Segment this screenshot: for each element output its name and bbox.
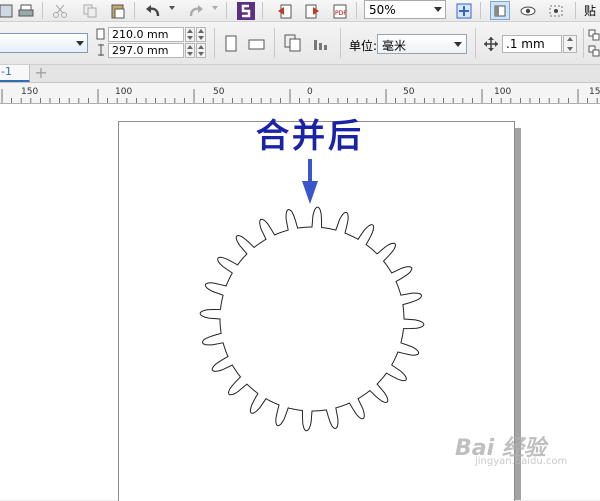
svg-text:PDF: PDF — [335, 10, 347, 17]
undo-icon[interactable] — [143, 1, 163, 20]
import-icon[interactable] — [275, 1, 295, 20]
units-value: 毫米 — [382, 39, 407, 53]
page-width-field[interactable]: 210.0 mm — [108, 27, 184, 42]
combined-gear-shape[interactable] — [198, 204, 426, 434]
zoom-level-combo[interactable]: 50% — [364, 0, 446, 19]
page-width-lock[interactable] — [196, 27, 206, 42]
standard-toolbar: PDF 50% 贴 — [0, 0, 600, 22]
nudge-distance-spinner[interactable] — [563, 35, 577, 53]
ruler-label: 50 — [213, 87, 225, 97]
drawing-canvas[interactable]: 合并后 Bai 经验 jingyan.baidu.com — [0, 104, 600, 501]
units-combo[interactable]: 毫米 — [377, 34, 467, 54]
redo-dropdown-icon[interactable] — [212, 6, 218, 10]
full-screen-preview-icon[interactable] — [454, 1, 474, 20]
units-label: 单位: — [349, 39, 378, 53]
arrow-down-shape[interactable] — [300, 159, 320, 205]
paper-size-combo[interactable] — [0, 33, 88, 53]
portrait-icon[interactable] — [221, 34, 241, 53]
new-document-tab-button[interactable]: + — [33, 65, 49, 81]
redo-icon[interactable] — [186, 1, 206, 20]
duplicate-distance-icon[interactable] — [588, 28, 600, 58]
document-tab-strip: -1 + — [0, 65, 600, 83]
toolbar-overflow-label: 贴 — [584, 4, 597, 18]
publish-pdf-icon[interactable]: PDF — [330, 1, 350, 20]
copy-icon[interactable] — [80, 1, 100, 20]
page-height-value: 297.0 mm — [112, 44, 169, 57]
property-bar: 210.0 mm 297.0 mm 单位: 毫米 .1 mm — [0, 22, 600, 65]
page-width-spinner[interactable] — [185, 27, 195, 42]
document-tab-label: -1 — [1, 65, 12, 78]
zoom-level-value: 50% — [369, 3, 396, 17]
page-height-spinner[interactable] — [185, 43, 195, 58]
document-tab[interactable]: -1 — [0, 65, 30, 82]
watermark-logo: Bai 经验 jingyan.baidu.com — [455, 430, 567, 467]
cut-icon[interactable] — [50, 1, 70, 20]
page-height-field[interactable]: 297.0 mm — [108, 43, 184, 58]
nudge-distance-field[interactable]: .1 mm — [502, 35, 562, 53]
show-eye-icon[interactable] — [518, 1, 538, 20]
all-pages-icon[interactable] — [283, 33, 303, 52]
chevron-down-icon — [434, 7, 442, 12]
chevron-down-icon — [454, 42, 462, 47]
nudge-distance-value: .1 mm — [506, 37, 545, 51]
page-width-icon — [96, 28, 105, 40]
horizontal-ruler[interactable]: 150 100 50 0 50 100 150 — [0, 83, 600, 104]
watermark-subtext: jingyan.baidu.com — [475, 456, 568, 467]
current-page-icon[interactable] — [312, 34, 332, 53]
corel-connect-icon[interactable] — [236, 1, 256, 20]
annotation-text[interactable]: 合并后 — [230, 116, 390, 156]
snap-to-icon[interactable] — [490, 1, 510, 20]
nudge-distance-icon — [484, 37, 498, 51]
ruler-label: 50 — [403, 87, 415, 97]
ruler-ticks: 150 100 50 0 50 100 150 — [1, 87, 600, 103]
undo-dropdown-icon[interactable] — [169, 6, 175, 10]
page-height-icon — [98, 44, 104, 56]
save-icon[interactable] — [0, 1, 16, 20]
page-height-lock[interactable] — [196, 43, 206, 58]
ruler-label: 150 — [21, 87, 38, 97]
ruler-label: 0 — [307, 87, 313, 97]
page-width-value: 210.0 mm — [112, 28, 169, 41]
show-guidelines-icon[interactable] — [546, 1, 566, 20]
ruler-label: 100 — [115, 87, 132, 97]
ruler-label: 150 — [589, 87, 600, 97]
print-icon[interactable] — [16, 1, 36, 20]
ruler-label: 100 — [494, 87, 511, 97]
chevron-down-icon — [76, 41, 84, 46]
landscape-icon[interactable] — [247, 34, 267, 53]
export-icon[interactable] — [302, 1, 322, 20]
paste-icon[interactable] — [108, 1, 128, 20]
